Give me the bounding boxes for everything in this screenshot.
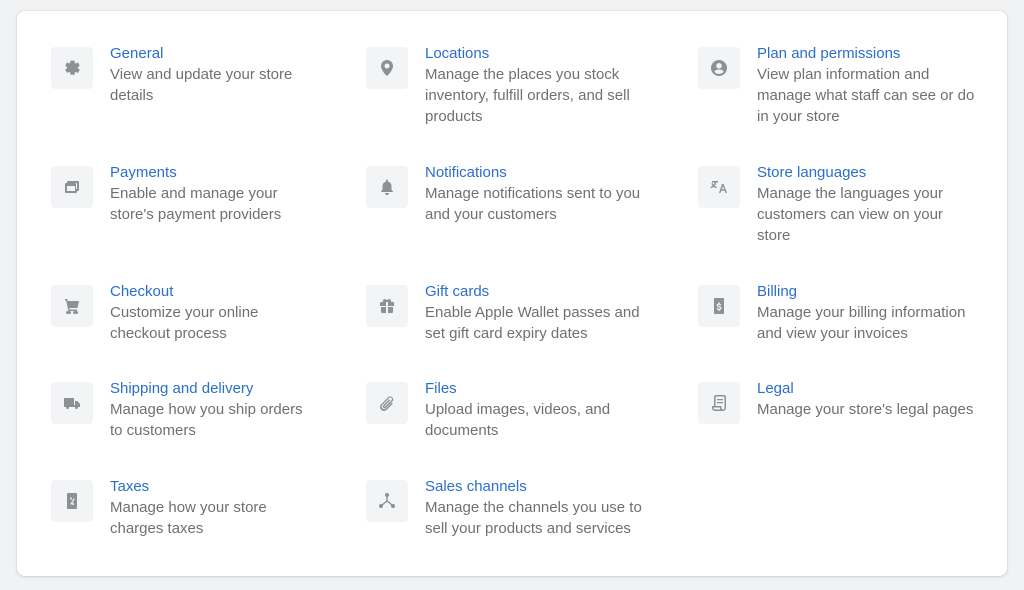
settings-item-description: Manage the places you stock inventory, f… (425, 66, 630, 125)
settings-item-description: Manage how you ship orders to customers (110, 401, 303, 439)
user-circle-icon (698, 47, 740, 89)
settings-item-title[interactable]: Notifications (425, 162, 650, 183)
settings-item-description: Enable and manage your store's payment p… (110, 185, 282, 223)
truck-icon (51, 382, 93, 424)
gift-icon (366, 285, 408, 327)
settings-item-title[interactable]: Plan and permissions (757, 43, 979, 64)
translate-icon (698, 166, 740, 208)
credit-card-icon (51, 166, 93, 208)
gear-icon (51, 47, 93, 89)
channels-icon (366, 480, 408, 522)
settings-item-title[interactable]: Billing (757, 281, 982, 302)
settings-item-checkout[interactable]: Checkout Customize your online checkout … (51, 283, 311, 344)
settings-item-description: Customize your online checkout process (110, 304, 259, 342)
settings-item-description: Enable Apple Wallet passes and set gift … (425, 304, 640, 342)
settings-item-title[interactable]: Shipping and delivery (110, 378, 310, 399)
settings-item-billing[interactable]: Billing Manage your billing information … (698, 283, 988, 344)
settings-item-description: Manage notifications sent to you and you… (425, 185, 641, 223)
paperclip-icon (366, 382, 408, 424)
settings-item-description: Manage how your store charges taxes (110, 499, 267, 537)
location-pin-icon (366, 47, 408, 89)
settings-item-taxes[interactable]: Taxes Manage how your store charges taxe… (51, 478, 311, 539)
settings-card: General View and update your store detai… (17, 11, 1007, 576)
settings-item-files[interactable]: Files Upload images, videos, and documen… (366, 380, 656, 441)
settings-item-description: Manage your store's legal pages (757, 401, 974, 418)
settings-item-locations[interactable]: Locations Manage the places you stock in… (366, 45, 646, 127)
settings-item-description: Manage the languages your customers can … (757, 185, 943, 244)
settings-item-sales-channels[interactable]: Sales channels Manage the channels you u… (366, 478, 666, 539)
billing-icon (698, 285, 740, 327)
settings-item-description: Upload images, videos, and documents (425, 401, 611, 439)
settings-item-title[interactable]: Legal (757, 378, 997, 399)
settings-item-description: View plan information and manage what st… (757, 66, 975, 125)
settings-item-payments[interactable]: Payments Enable and manage your store's … (51, 164, 311, 225)
settings-item-shipping-and-delivery[interactable]: Shipping and delivery Manage how you shi… (51, 380, 331, 441)
settings-item-description: View and update your store details (110, 66, 293, 104)
settings-item-gift-cards[interactable]: Gift cards Enable Apple Wallet passes an… (366, 283, 656, 344)
bell-icon (366, 166, 408, 208)
settings-item-legal[interactable]: Legal Manage your store's legal pages (698, 380, 988, 424)
settings-item-title[interactable]: Locations (425, 43, 645, 64)
legal-document-icon (698, 382, 740, 424)
settings-item-store-languages[interactable]: Store languages Manage the languages you… (698, 164, 988, 246)
settings-item-description: Manage your billing information and view… (757, 304, 966, 342)
settings-item-title[interactable]: Sales channels (425, 476, 650, 497)
cart-icon (51, 285, 93, 327)
settings-item-title[interactable]: Files (425, 378, 625, 399)
settings-item-description: Manage the channels you use to sell your… (425, 499, 642, 537)
settings-item-notifications[interactable]: Notifications Manage notifications sent … (366, 164, 656, 225)
settings-item-title[interactable]: Checkout (110, 281, 280, 302)
settings-item-general[interactable]: General View and update your store detai… (51, 45, 311, 106)
settings-item-title[interactable]: General (110, 43, 310, 64)
settings-item-title[interactable]: Payments (110, 162, 310, 183)
settings-item-plan-and-permissions[interactable]: Plan and permissions View plan informati… (698, 45, 988, 127)
settings-item-title[interactable]: Taxes (110, 476, 285, 497)
settings-item-title[interactable]: Gift cards (425, 281, 640, 302)
tax-icon (51, 480, 93, 522)
settings-item-title[interactable]: Store languages (757, 162, 967, 183)
